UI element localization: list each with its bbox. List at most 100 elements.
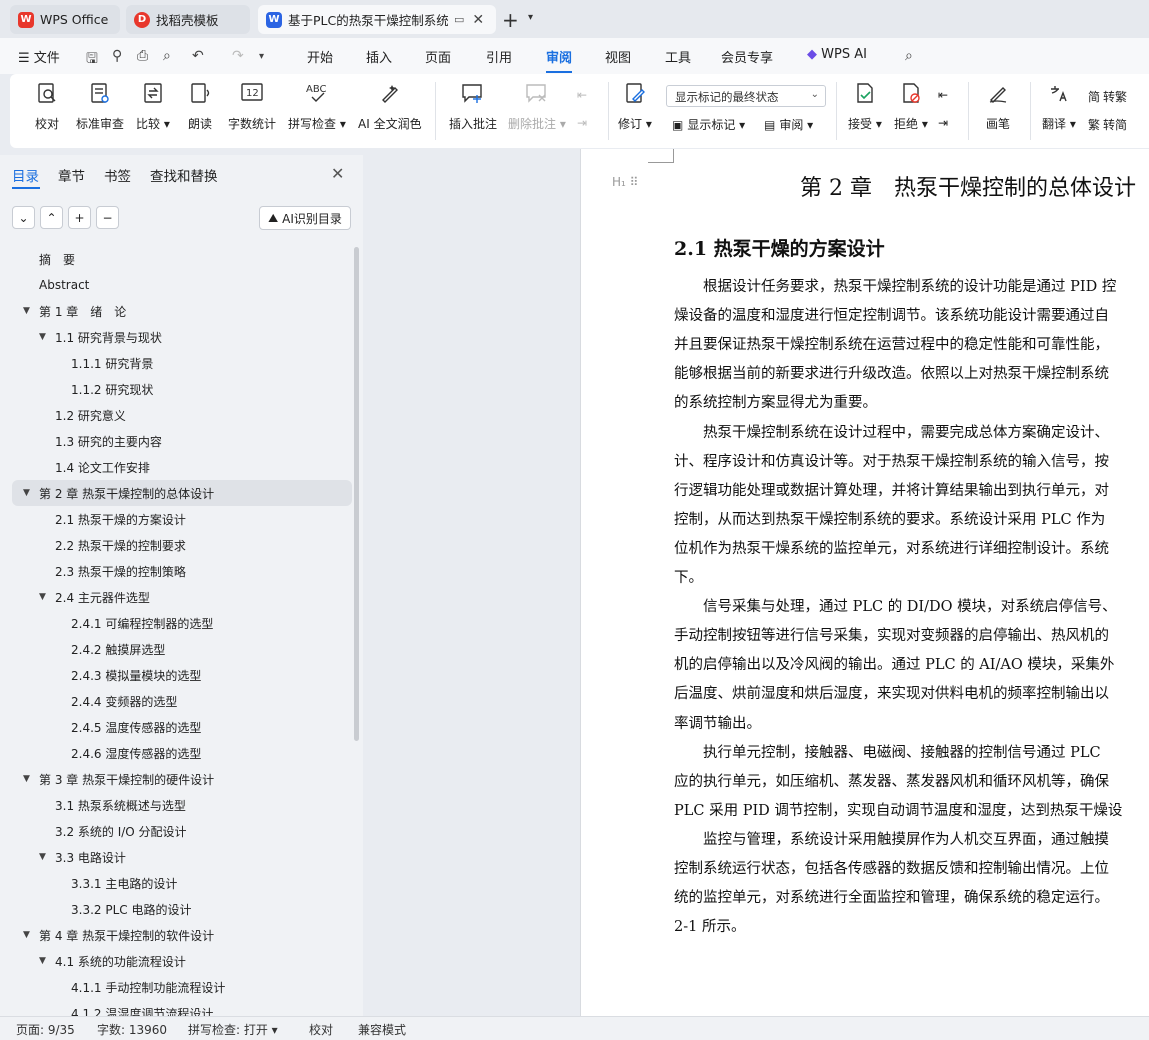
ai-toc-button[interactable]: ⛰ AI识别目录 <box>259 206 351 230</box>
to-traditional-button[interactable]: 简转繁 <box>1088 88 1127 105</box>
proofread-button[interactable]: 校对 <box>34 80 60 132</box>
menu-home[interactable]: 开始 <box>307 47 333 66</box>
page-indicator[interactable]: 页面: 9/35 <box>16 1021 75 1038</box>
toc-item[interactable]: ▼ 第 4 章 热泵干燥控制的软件设计 <box>12 922 352 948</box>
read-aloud-button[interactable]: 朗读 <box>187 80 213 132</box>
toc-item[interactable]: 1.4 论文工作安排 <box>12 454 352 480</box>
monitor-icon[interactable]: ▭ <box>454 13 464 26</box>
toc-item[interactable]: 3.3.1 主电路的设计 <box>12 870 352 896</box>
menu-tools[interactable]: 工具 <box>665 47 691 66</box>
menu-review[interactable]: 审阅 <box>546 47 572 66</box>
ai-polish-button[interactable]: AI 全文润色 <box>358 80 422 132</box>
toc-item[interactable]: 1.3 研究的主要内容 <box>12 428 352 454</box>
remove-heading-button[interactable]: − <box>96 206 119 229</box>
toc-item[interactable]: ▼ 第 1 章 绪 论 <box>12 298 352 324</box>
toc-item[interactable]: ▼ 1.1 研究背景与现状 <box>12 324 352 350</box>
markup-mode-select[interactable]: 显示标记的最终状态 ⌄ <box>666 85 826 107</box>
next-change-icon[interactable]: ⇥ <box>938 116 948 130</box>
spell-check-status[interactable]: 拼写检查: 打开 ▾ <box>188 1021 278 1038</box>
compare-button[interactable]: 比较 ▾ <box>136 80 170 132</box>
menu-wps-ai[interactable]: ◆ WPS AI <box>807 47 867 62</box>
toc-item[interactable]: ▼ 3.3 电路设计 <box>12 844 352 870</box>
print-preview-icon[interactable]: ⌕ <box>163 48 171 64</box>
nav-scrollbar[interactable] <box>354 247 359 741</box>
link-icon[interactable]: ⚲ <box>112 48 122 64</box>
menu-view[interactable]: 视图 <box>605 47 631 66</box>
menu-member[interactable]: 会员专享 <box>721 47 773 66</box>
menu-references[interactable]: 引用 <box>486 47 512 66</box>
accept-button[interactable]: 接受 ▾ <box>848 80 882 132</box>
toc-item[interactable]: 2.4.6 湿度传感器的选型 <box>12 740 352 766</box>
previous-comment-icon[interactable]: ⇤ <box>577 88 587 102</box>
tab-docer[interactable]: D 找稻壳模板 <box>126 5 250 34</box>
toc-item[interactable]: 2.3 热泵干燥的控制策略 <box>12 558 352 584</box>
tab-wps-office[interactable]: W WPS Office <box>10 5 120 34</box>
add-tab-icon[interactable]: + <box>502 8 519 32</box>
collapse-all-button[interactable]: ⌄ <box>12 206 35 229</box>
standard-review-button[interactable]: 标准审查 <box>76 80 124 132</box>
close-icon[interactable]: ✕ <box>472 12 484 28</box>
toc-item[interactable]: ▼ 2.4 主元器件选型 <box>12 584 352 610</box>
toc-item[interactable]: ▼ 4.1 系统的功能流程设计 <box>12 948 352 974</box>
review-pane-button[interactable]: ▤ 审阅 ▾ <box>764 116 813 133</box>
to-simplified-button[interactable]: 繁转简 <box>1088 116 1127 133</box>
file-menu[interactable]: ☰ 文件 <box>18 47 60 66</box>
toc-item[interactable]: 2.4.1 可编程控制器的选型 <box>12 610 352 636</box>
add-heading-button[interactable]: + <box>68 206 91 229</box>
tab-document[interactable]: W 基于PLC的热泵干燥控制系统 ▭ ✕ <box>258 5 496 34</box>
collapse-toggle-icon[interactable]: ▼ <box>23 306 30 316</box>
toc-item[interactable]: 2.4.5 温度传感器的选型 <box>12 714 352 740</box>
save-icon[interactable]: 🖫 <box>86 48 98 72</box>
menu-page[interactable]: 页面 <box>425 47 451 66</box>
nav-tab-sections[interactable]: 章节 <box>58 165 85 185</box>
nav-tab-find-replace[interactable]: 查找和替换 <box>150 165 218 185</box>
nav-tab-bookmarks[interactable]: 书签 <box>104 165 131 185</box>
word-count-button[interactable]: 12 字数统计 <box>228 80 276 132</box>
menu-insert[interactable]: 插入 <box>366 47 392 66</box>
toc-item[interactable]: 3.1 热泵系统概述与选型 <box>12 792 352 818</box>
toc-item[interactable]: 1.1.1 研究背景 <box>12 350 352 376</box>
ink-button[interactable]: 画笔 <box>985 80 1011 132</box>
proofread-status[interactable]: 校对 <box>309 1021 333 1038</box>
toc-item[interactable]: 1.1.2 研究现状 <box>12 376 352 402</box>
translate-button[interactable]: 翻译 ▾ <box>1042 80 1076 132</box>
close-icon[interactable]: ✕ <box>331 164 344 183</box>
delete-comment-button[interactable]: 删除批注 ▾ <box>508 80 566 132</box>
toc-item[interactable]: 4.1.1 手动控制功能流程设计 <box>12 974 352 1000</box>
redo-icon[interactable]: ↷ <box>232 48 244 64</box>
toc-item[interactable]: 摘 要 <box>12 246 352 272</box>
previous-change-icon[interactable]: ⇤ <box>938 88 948 102</box>
undo-icon[interactable]: ↶ <box>192 48 204 64</box>
collapse-toggle-icon[interactable]: ▼ <box>39 592 46 602</box>
collapse-toggle-icon[interactable]: ▼ <box>23 488 30 498</box>
collapse-toggle-icon[interactable]: ▼ <box>39 956 46 966</box>
expand-up-button[interactable]: ⌃ <box>40 206 63 229</box>
toc-item[interactable]: 2.4.3 模拟量模块的选型 <box>12 662 352 688</box>
collapse-toggle-icon[interactable]: ▼ <box>23 930 30 940</box>
chevron-down-icon[interactable]: ▾ <box>259 51 264 62</box>
toc-item[interactable]: 1.2 研究意义 <box>12 402 352 428</box>
toc-item[interactable]: 3.2 系统的 I/O 分配设计 <box>12 818 352 844</box>
insert-comment-button[interactable]: 插入批注 <box>449 80 497 132</box>
toc-item[interactable]: 2.1 热泵干燥的方案设计 <box>12 506 352 532</box>
collapse-toggle-icon[interactable]: ▼ <box>23 774 30 784</box>
spell-check-button[interactable]: ABC 拼写检查 ▾ <box>288 80 346 132</box>
toc-item[interactable]: 3.3.2 PLC 电路的设计 <box>12 896 352 922</box>
show-markup-button[interactable]: ▣ 显示标记 ▾ <box>672 116 745 133</box>
reject-button[interactable]: 拒绝 ▾ <box>894 80 928 132</box>
search-icon[interactable]: ⌕ <box>905 48 913 64</box>
toc-item[interactable]: 2.4.4 变频器的选型 <box>12 688 352 714</box>
toc-item[interactable]: ▼ 第 3 章 热泵干燥控制的硬件设计 <box>12 766 352 792</box>
chevron-down-icon[interactable]: ▾ <box>528 12 533 23</box>
track-changes-button[interactable]: 修订 ▾ <box>618 80 652 132</box>
collapse-toggle-icon[interactable]: ▼ <box>39 852 46 862</box>
nav-tab-toc[interactable]: 目录 <box>12 165 39 185</box>
print-icon[interactable]: ⎙ <box>137 48 148 64</box>
toc-item[interactable]: Abstract <box>12 272 352 298</box>
toc-item[interactable]: ▼ 第 2 章 热泵干燥控制的总体设计 <box>12 480 352 506</box>
toc-item[interactable]: 2.4.2 触摸屏选型 <box>12 636 352 662</box>
toc-item[interactable]: 2.2 热泵干燥的控制要求 <box>12 532 352 558</box>
word-count-status[interactable]: 字数: 13960 <box>97 1021 167 1038</box>
collapse-toggle-icon[interactable]: ▼ <box>39 332 46 342</box>
next-comment-icon[interactable]: ⇥ <box>577 116 587 130</box>
